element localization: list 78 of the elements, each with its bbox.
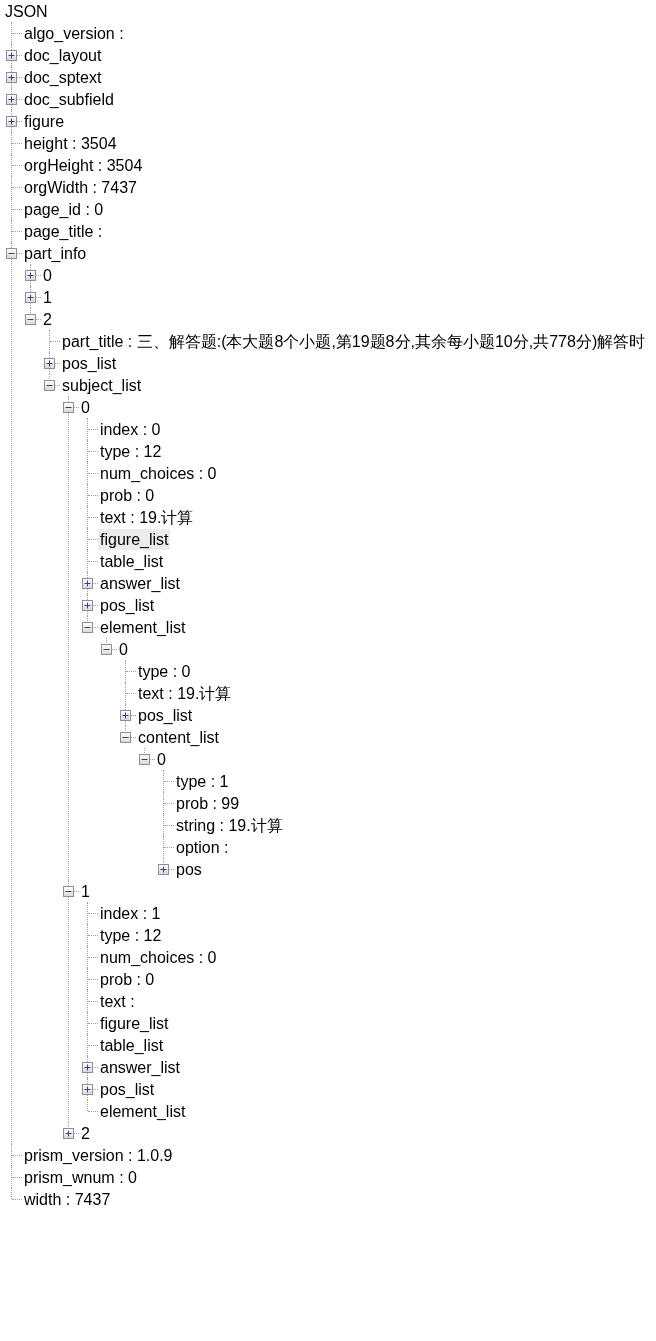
expand-icon[interactable] — [82, 599, 93, 611]
tree-item[interactable]: 1 — [79, 880, 92, 902]
tree-item[interactable]: prob : 0 — [98, 484, 157, 506]
tree-item[interactable]: orgWidth : 7437 — [22, 176, 139, 198]
expand-icon[interactable] — [82, 577, 93, 589]
tree-item[interactable]: doc_sptext — [22, 66, 104, 88]
tree-item[interactable]: pos_list — [98, 1078, 157, 1100]
tree-item[interactable]: index : 0 — [98, 418, 163, 440]
tree-item[interactable]: type : 12 — [98, 924, 164, 946]
tree-item[interactable]: option : — [174, 836, 231, 858]
expand-icon[interactable] — [6, 115, 17, 127]
tree-item[interactable]: algo_version : — [22, 22, 126, 44]
tree-item[interactable]: page_title : — [22, 220, 105, 242]
tree-item[interactable]: figure_list — [98, 528, 171, 550]
tree-item[interactable]: prism_version : 1.0.9 — [22, 1144, 175, 1166]
tree-item[interactable]: 2 — [41, 308, 54, 330]
tree-item[interactable]: JSON — [3, 0, 50, 22]
tree-item[interactable]: prob : 0 — [98, 968, 157, 990]
tree-item[interactable]: text : — [98, 990, 137, 1012]
tree-item[interactable]: part_info — [22, 242, 89, 264]
tree-item[interactable]: num_choices : 0 — [98, 946, 219, 968]
expand-icon[interactable] — [82, 1061, 93, 1073]
tree-item[interactable]: pos_list — [60, 352, 119, 374]
tree-item[interactable]: part_title : 三、解答题:(本大题8个小题,第19题8分,其余每小题10分,共778分)解答时 — [60, 330, 648, 352]
tree-item[interactable]: width : 7437 — [22, 1188, 113, 1210]
collapse-icon[interactable] — [25, 313, 36, 325]
tree-item[interactable]: 0 — [79, 396, 92, 418]
collapse-icon[interactable] — [6, 247, 17, 259]
tree-item[interactable]: element_list — [98, 1100, 188, 1122]
tree-item[interactable]: height : 3504 — [22, 132, 119, 154]
tree-item[interactable]: 1 — [41, 286, 54, 308]
collapse-icon[interactable] — [82, 621, 93, 633]
tree-item[interactable]: type : 0 — [136, 660, 193, 682]
expand-icon[interactable] — [82, 1083, 93, 1095]
tree-item[interactable]: prism_wnum : 0 — [22, 1166, 139, 1188]
tree-item[interactable]: pos_list — [136, 704, 195, 726]
tree-item[interactable]: pos_list — [98, 594, 157, 616]
expand-icon[interactable] — [120, 709, 131, 721]
tree-item[interactable]: type : 12 — [98, 440, 164, 462]
collapse-icon[interactable] — [63, 885, 74, 897]
expand-icon[interactable] — [44, 357, 55, 369]
tree-item[interactable]: content_list — [136, 726, 221, 748]
tree-item[interactable]: element_list — [98, 616, 188, 638]
tree-item[interactable]: figure — [22, 110, 67, 132]
expand-icon[interactable] — [158, 863, 169, 875]
collapse-icon[interactable] — [101, 643, 112, 655]
tree-item[interactable]: answer_list — [98, 1056, 183, 1078]
tree-item[interactable]: index : 1 — [98, 902, 163, 924]
tree-item[interactable]: num_choices : 0 — [98, 462, 219, 484]
tree-item[interactable]: pos — [174, 858, 204, 880]
tree-item[interactable]: prob : 99 — [174, 792, 242, 814]
tree-item[interactable]: subject_list — [60, 374, 144, 396]
expand-icon[interactable] — [25, 291, 36, 303]
tree-item[interactable]: 0 — [117, 638, 130, 660]
tree-item[interactable]: text : 19.计算 — [98, 506, 196, 528]
tree-item[interactable]: type : 1 — [174, 770, 231, 792]
tree-item[interactable]: doc_layout — [22, 44, 104, 66]
collapse-icon[interactable] — [120, 731, 131, 743]
tree-item[interactable]: text : 19.计算 — [136, 682, 234, 704]
tree-item[interactable]: table_list — [98, 550, 166, 572]
tree-item[interactable]: 2 — [79, 1122, 92, 1144]
expand-icon[interactable] — [6, 71, 17, 83]
tree-item[interactable]: answer_list — [98, 572, 183, 594]
expand-icon[interactable] — [6, 49, 17, 61]
expand-icon[interactable] — [63, 1127, 74, 1139]
tree-item[interactable]: table_list — [98, 1034, 166, 1056]
tree-item[interactable]: 0 — [155, 748, 168, 770]
tree-item[interactable]: 0 — [41, 264, 54, 286]
tree-item[interactable]: page_id : 0 — [22, 198, 106, 220]
collapse-icon[interactable] — [44, 379, 55, 391]
tree-item[interactable]: string : 19.计算 — [174, 814, 285, 836]
expand-icon[interactable] — [6, 93, 17, 105]
tree-item[interactable]: doc_subfield — [22, 88, 116, 110]
collapse-icon[interactable] — [139, 753, 150, 765]
tree-item[interactable]: figure_list — [98, 1012, 171, 1034]
expand-icon[interactable] — [25, 269, 36, 281]
tree-item[interactable]: orgHeight : 3504 — [22, 154, 145, 176]
collapse-icon[interactable] — [63, 401, 74, 413]
